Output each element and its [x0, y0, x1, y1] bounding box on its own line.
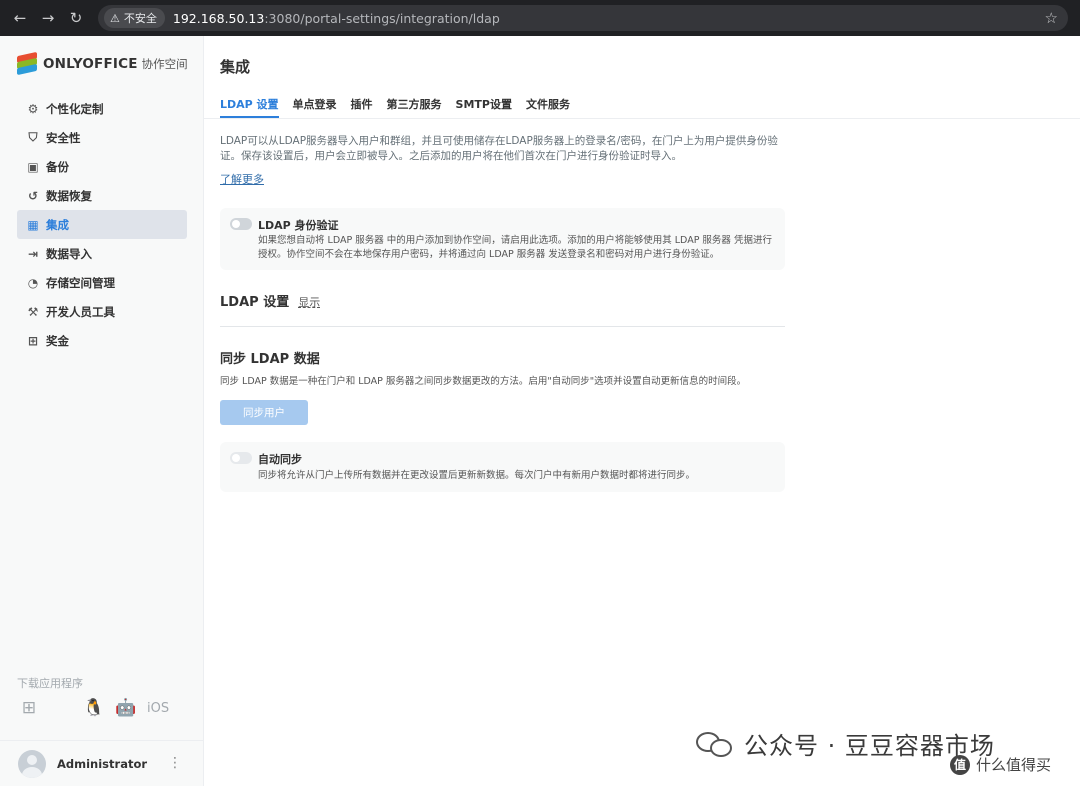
sidebar-item-customization[interactable]: ⚙ 个性化定制	[17, 94, 187, 123]
browser-toolbar: ← → ↻ ⚠ 不安全 192.168.50.13:3080/portal-se…	[0, 0, 1080, 36]
address-bar[interactable]: ⚠ 不安全 192.168.50.13:3080/portal-settings…	[98, 5, 1068, 31]
gift-icon: ⊞	[27, 333, 39, 348]
sync-ldap-description: 同步 LDAP 数据是一种在门户和 LDAP 服务器之间同步数据更改的方法。启用…	[220, 376, 747, 387]
linux-icon[interactable]: 🐧	[83, 698, 104, 718]
sidebar-item-label: 数据恢复	[46, 188, 92, 203]
sidebar: ONLYOFFICE 协作空间 ⚙ 个性化定制 ⛉ 安全性 ▣ 备份 ↺ 数据恢复 ▦ 集…	[0, 36, 204, 786]
watermark-secondary: 值 什么值得买	[950, 754, 1051, 775]
logo-subtitle: 协作空间	[141, 57, 188, 71]
app-download-links: ⊞ 🐧 🤖 iOS	[19, 698, 181, 718]
sidebar-item-label: 开发人员工具	[46, 304, 115, 319]
warning-icon: ⚠	[110, 11, 120, 25]
smzdm-badge-icon: 值	[950, 754, 970, 775]
shield-icon: ⛉	[28, 130, 38, 144]
sidebar-item-label: 奖金	[46, 333, 69, 348]
tab-document-service[interactable]: 文件服务	[526, 96, 570, 118]
user-profile[interactable]: Administrator ⋮	[0, 740, 204, 786]
sync-ldap-title: 同步 LDAP 数据	[220, 352, 320, 367]
pie-chart-icon: ◔	[27, 275, 39, 290]
url-host: 192.168.50.13	[172, 10, 265, 26]
settings-menu: ⚙ 个性化定制 ⛉ 安全性 ▣ 备份 ↺ 数据恢复 ▦ 集成 ⇥ 数据导入 ◔ 存储空间管理 …	[17, 94, 187, 355]
sidebar-item-backup[interactable]: ▣ 备份	[17, 152, 187, 181]
main-content: 集成 LDAP 设置 单点登录 插件 第三方服务 SMTP设置 文件服务 LDA…	[204, 36, 1080, 786]
sidebar-item-label: 存储空间管理	[46, 275, 115, 290]
url-text[interactable]: 192.168.50.13:3080/portal-settings/integ…	[173, 11, 500, 26]
auto-sync-toggle[interactable]	[230, 452, 252, 464]
ios-icon[interactable]: iOS	[147, 701, 169, 716]
reload-icon[interactable]: ↻	[64, 6, 88, 30]
tab-smtp[interactable]: SMTP设置	[456, 96, 512, 118]
tab-bar: LDAP 设置 单点登录 插件 第三方服务 SMTP设置 文件服务	[220, 96, 584, 118]
more-options-icon[interactable]: ⋮	[168, 755, 182, 771]
wechat-icon	[696, 730, 734, 758]
history-icon: ↺	[27, 188, 39, 203]
ldap-settings-title: LDAP 设置	[220, 295, 290, 310]
security-label: 不安全	[123, 12, 157, 25]
ldap-intro-text: LDAP可以从LDAP服务器导入用户和群组，并且可使用储存在LDAP服务器上的登…	[220, 135, 778, 162]
ldap-auth-description: 如果您想自动将 LDAP 服务器 中的用户添加到协作空间，请启用此选项。添加的用…	[258, 235, 772, 260]
sidebar-item-security[interactable]: ⛉ 安全性	[17, 123, 187, 152]
watermark-sub-text: 什么值得买	[976, 756, 1052, 774]
sync-users-button[interactable]: 同步用户	[220, 400, 308, 425]
bookmark-star-icon[interactable]: ☆	[1045, 9, 1058, 27]
ldap-settings-header: LDAP 设置 显示	[220, 291, 320, 310]
show-settings-link[interactable]: 显示	[298, 294, 320, 310]
sidebar-item-bonus[interactable]: ⊞ 奖金	[17, 326, 187, 355]
sidebar-item-label: 备份	[46, 159, 69, 174]
url-path: :3080/portal-settings/integration/ldap	[264, 10, 500, 26]
auto-sync-card: 自动同步 同步将允许从门户上传所有数据并在更改设置后更新新数据。每次门户中有新用…	[220, 442, 785, 492]
tab-third-party[interactable]: 第三方服务	[387, 96, 442, 118]
sidebar-item-data-import[interactable]: ⇥ 数据导入	[17, 239, 187, 268]
download-apps-label: 下载应用程序	[17, 677, 83, 690]
ldap-auth-toggle[interactable]	[230, 218, 252, 230]
learn-more-link[interactable]: 了解更多	[220, 171, 264, 187]
tools-icon: ⚒	[27, 304, 39, 319]
tabs-divider	[204, 118, 1080, 119]
forward-icon[interactable]: →	[36, 6, 60, 30]
auto-sync-description: 同步将允许从门户上传所有数据并在更改设置后更新新数据。每次门户中有新用户数据时都…	[258, 470, 696, 481]
user-name: Administrator	[57, 756, 148, 771]
page-title: 集成	[220, 58, 251, 76]
gear-icon: ⚙	[27, 101, 39, 116]
tab-sso[interactable]: 单点登录	[293, 96, 337, 118]
logo-text: ONLYOFFICE	[43, 56, 138, 72]
ldap-auth-title: LDAP 身份验证	[258, 219, 339, 232]
sidebar-item-label: 集成	[46, 217, 69, 232]
sidebar-item-label: 数据导入	[46, 246, 92, 261]
sidebar-item-developer-tools[interactable]: ⚒ 开发人员工具	[17, 297, 187, 326]
sidebar-item-label: 安全性	[46, 130, 81, 145]
ldap-auth-card: LDAP 身份验证 如果您想自动将 LDAP 服务器 中的用户添加到协作空间，请…	[220, 208, 785, 270]
logo[interactable]: ONLYOFFICE 协作空间	[17, 51, 188, 76]
save-icon: ▣	[27, 159, 39, 174]
tab-ldap-settings[interactable]: LDAP 设置	[220, 96, 279, 118]
section-divider	[220, 326, 785, 327]
grid-icon: ▦	[27, 217, 39, 232]
auto-sync-title: 自动同步	[258, 453, 302, 466]
onlyoffice-logo-icon	[17, 51, 37, 76]
security-chip[interactable]: ⚠ 不安全	[104, 8, 165, 28]
sidebar-item-restore[interactable]: ↺ 数据恢复	[17, 181, 187, 210]
tab-plugins[interactable]: 插件	[351, 96, 373, 118]
sidebar-item-integration[interactable]: ▦ 集成	[17, 210, 187, 239]
import-icon: ⇥	[27, 246, 39, 261]
sidebar-item-label: 个性化定制	[46, 101, 104, 116]
sidebar-item-storage[interactable]: ◔ 存储空间管理	[17, 268, 187, 297]
windows-icon[interactable]: ⊞	[19, 698, 39, 718]
back-icon[interactable]: ←	[8, 6, 32, 30]
avatar[interactable]	[18, 749, 46, 778]
android-icon[interactable]: 🤖	[115, 698, 136, 718]
